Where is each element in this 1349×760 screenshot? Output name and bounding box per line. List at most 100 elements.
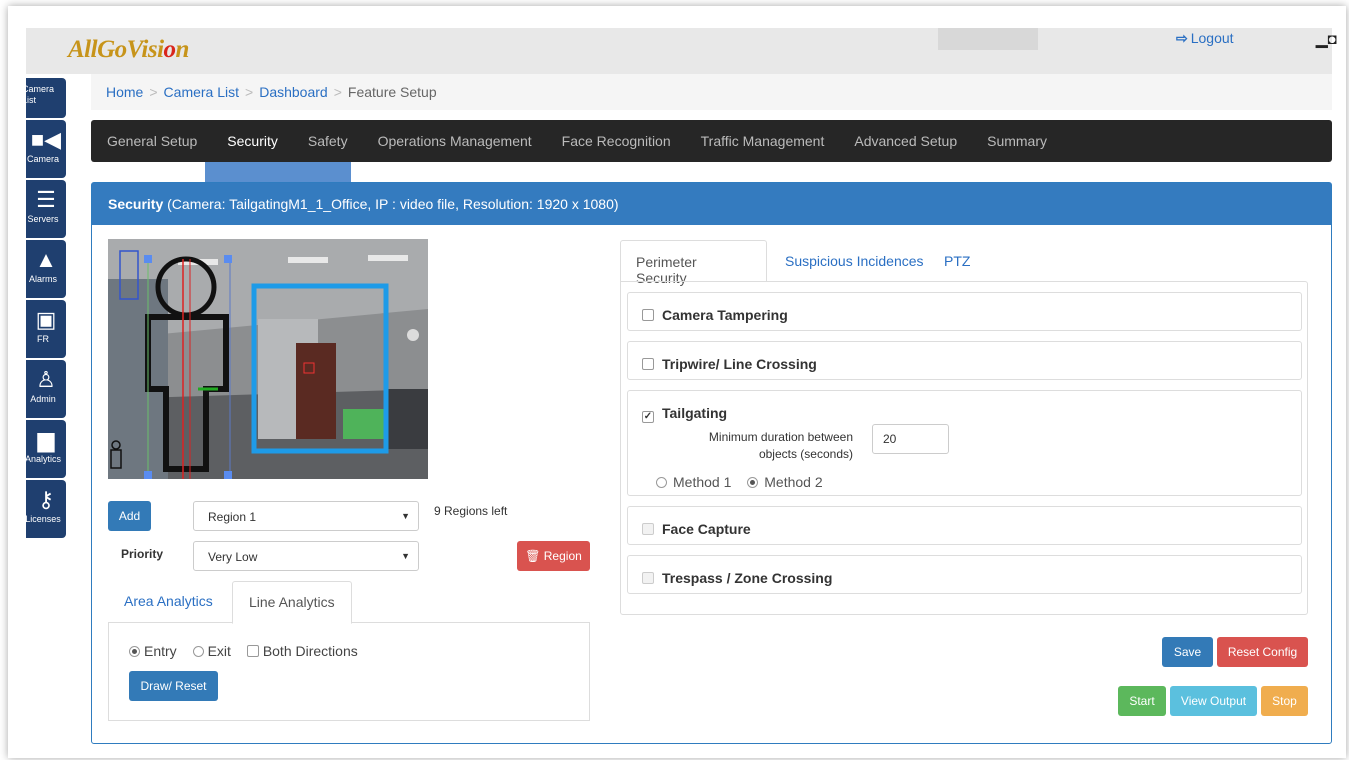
sidebar-item-label: FR: [37, 334, 49, 344]
save-button[interactable]: Save: [1162, 637, 1213, 667]
tab-ptz[interactable]: PTZ: [929, 240, 985, 282]
tailgating-checkbox[interactable]: ✓: [642, 411, 654, 423]
region-select[interactable]: Region 1 ▼: [193, 501, 419, 531]
breadcrumb-home[interactable]: Home: [106, 84, 143, 100]
tab-safety[interactable]: Safety: [308, 133, 348, 149]
start-button[interactable]: Start: [1118, 686, 1166, 716]
reset-config-button[interactable]: Reset Config: [1217, 637, 1308, 667]
perimeter-security-body: Camera Tampering Tripwire/ Line Crossing…: [620, 281, 1308, 615]
sidebar-item-camera[interactable]: ■◀ Camera: [26, 120, 66, 178]
sidebar-item-label: Alarms: [28, 274, 57, 284]
tab-operations-management[interactable]: Operations Management: [378, 133, 532, 149]
regions-left-count: 9 Regions left: [434, 504, 508, 518]
breadcrumb-dashboard[interactable]: Dashboard: [259, 84, 328, 100]
trash-icon: 🗑: [525, 549, 541, 563]
security-subtabs: Perimeter Security Suspicious Incidences…: [620, 240, 1308, 286]
exit-radio[interactable]: [192, 646, 204, 657]
camera-frame: [108, 239, 428, 479]
tab-area-analytics[interactable]: Area Analytics: [108, 581, 229, 623]
sidebar-item-label: Licenses: [26, 514, 61, 524]
entry-label: Entry: [144, 643, 177, 659]
tailgating-label: Tailgating: [662, 405, 728, 421]
camera-preview[interactable]: [108, 239, 428, 479]
delete-region-button[interactable]: 🗑 Region: [517, 541, 590, 571]
priority-label: Priority: [121, 547, 164, 561]
sidebar-item-analytics[interactable]: ▆ Analytics: [26, 420, 66, 478]
breadcrumb-separator: >: [333, 84, 342, 100]
security-panel: Security (Camera: TailgatingM1_1_Office,…: [91, 182, 1332, 744]
logout-link[interactable]: ⇨ Logout: [1176, 30, 1234, 47]
method2-label: Method 2: [764, 474, 823, 490]
panel-subtitle: (Camera: TailgatingM1_1_Office, IP : vid…: [167, 196, 619, 212]
method-options: Method 1 Method 2: [656, 474, 835, 490]
sidebar-item-camera-list[interactable]: Camera List: [26, 78, 66, 118]
sidebar-item-label: Admin: [30, 394, 56, 404]
sidebar-item-label: Camera: [26, 154, 59, 164]
tripwire-label: Tripwire/ Line Crossing: [662, 356, 817, 372]
add-region-button[interactable]: Add: [108, 501, 151, 531]
draw-reset-button[interactable]: Draw/ Reset: [129, 671, 218, 701]
tab-general-setup[interactable]: General Setup: [107, 133, 197, 149]
region-select-value: Region 1: [208, 510, 257, 524]
sidebar-item-admin[interactable]: ♙ Admin: [26, 360, 66, 418]
breadcrumb-separator: >: [149, 84, 158, 100]
bar-chart-icon: ▆: [37, 427, 55, 452]
entry-radio[interactable]: [129, 646, 140, 657]
stop-button[interactable]: Stop: [1261, 686, 1308, 716]
sidebar-item-label: Servers: [27, 214, 59, 224]
face-capture-label: Face Capture: [662, 521, 751, 537]
tab-perimeter-security[interactable]: Perimeter Security: [620, 240, 767, 286]
panel-title: Security: [108, 196, 164, 212]
breadcrumb: Home > Camera List > Dashboard > Feature Setup: [91, 74, 1332, 110]
tab-face-recognition[interactable]: Face Recognition: [562, 133, 671, 149]
logout-icon: ⇨: [1176, 30, 1188, 46]
sidebar-item-fr[interactable]: ▣ FR: [26, 300, 66, 358]
tab-traffic-management[interactable]: Traffic Management: [701, 133, 825, 149]
user-icon: ♙: [36, 367, 56, 392]
camera-tampering-checkbox[interactable]: [642, 309, 654, 321]
video-camera-icon: ■◀: [30, 127, 62, 152]
method1-radio[interactable]: [656, 477, 667, 488]
sidebar-item-label: Camera List: [26, 84, 55, 105]
line-analytics-body: Entry Exit Both Directions Draw/ Reset: [108, 623, 590, 721]
priority-select-value: Very Low: [208, 550, 258, 564]
panel-heading: Security (Camera: TailgatingM1_1_Office,…: [92, 183, 1331, 225]
top-header: AllGoVision ⇨ Logout ▁◘: [26, 28, 1337, 74]
feature-face-capture: Face Capture: [627, 506, 1302, 545]
sidebar-item-label: Analytics: [26, 454, 61, 464]
caret-down-icon: ▼: [401, 551, 410, 561]
method2-radio[interactable]: [747, 477, 759, 488]
tripwire-checkbox[interactable]: [642, 358, 654, 370]
feature-tripwire: Tripwire/ Line Crossing: [627, 341, 1302, 380]
breadcrumb-separator: >: [245, 84, 254, 100]
tab-line-analytics[interactable]: Line Analytics: [232, 581, 352, 624]
key-icon: ⚷: [37, 487, 55, 512]
both-directions-checkbox[interactable]: [246, 645, 259, 657]
priority-select[interactable]: Very Low ▼: [193, 541, 419, 571]
app-window: AllGoVision ⇨Logout ▁◘ Camera List ■◀ Ca…: [8, 6, 1346, 758]
header-placeholder: [938, 28, 1038, 50]
tab-advanced-setup[interactable]: Advanced Setup: [854, 133, 957, 149]
delete-region-label: Region: [543, 549, 582, 563]
both-directions-label: Both Directions: [262, 643, 358, 659]
sidebar-item-servers[interactable]: ☰ Servers: [26, 180, 66, 238]
face-capture-checkbox[interactable]: [642, 523, 654, 535]
active-tab-highlight: [205, 162, 351, 182]
duration-input[interactable]: 20: [872, 424, 949, 454]
trespass-label: Trespass / Zone Crossing: [662, 570, 833, 586]
duration-label: Minimum duration between objects (seconds…: [708, 430, 853, 461]
sidebar-item-licenses[interactable]: ⚷ Licenses: [26, 480, 66, 538]
tab-security[interactable]: Security: [227, 133, 278, 149]
trespass-checkbox[interactable]: [642, 572, 654, 584]
view-output-button[interactable]: View Output: [1170, 686, 1257, 716]
tab-suspicious-incidences[interactable]: Suspicious Incidences: [770, 240, 939, 282]
tab-summary[interactable]: Summary: [987, 133, 1047, 149]
method1-label: Method 1: [673, 474, 732, 490]
app-logo: AllGoVision: [68, 36, 189, 63]
breadcrumb-camera-list[interactable]: Camera List: [164, 84, 239, 100]
feature-tailgating: ✓ Tailgating Minimum duration between obje…: [627, 390, 1302, 496]
window-controls[interactable]: ▁◘: [1316, 30, 1337, 48]
sidebar-item-alarms[interactable]: ▲ Alarms: [26, 240, 66, 298]
direction-options: Entry Exit Both Directions: [129, 643, 370, 659]
id-card-icon: ▣: [35, 307, 57, 332]
